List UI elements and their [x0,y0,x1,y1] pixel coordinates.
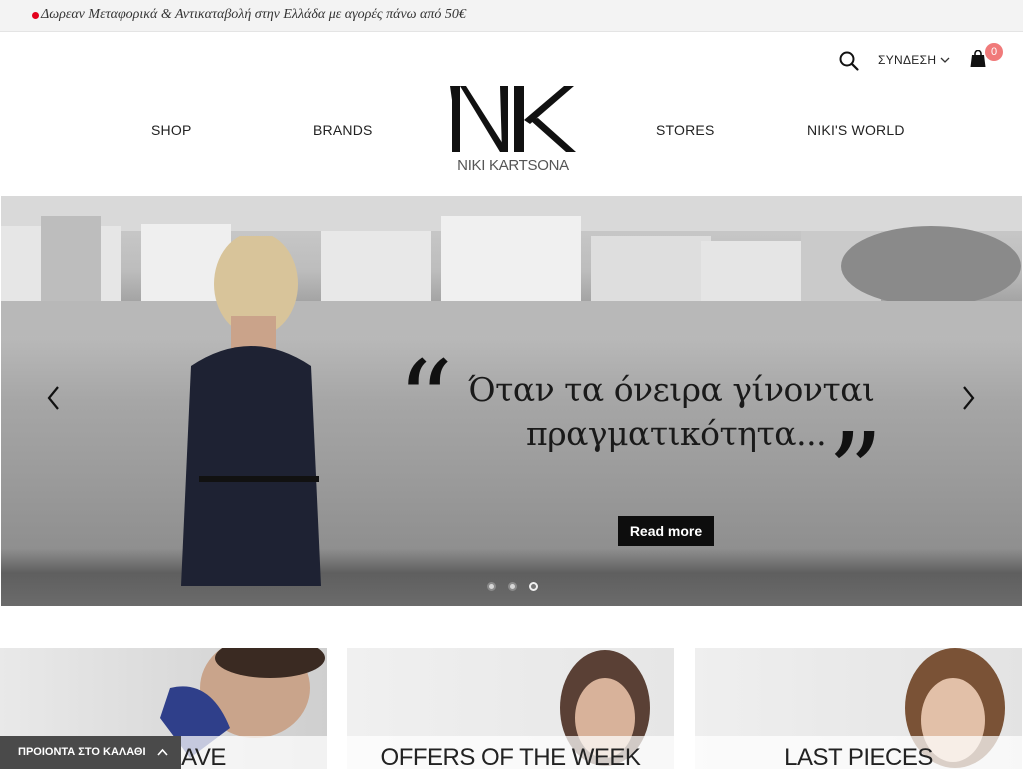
hero-quote-line2: πραγματικότητα... [526,414,827,453]
login-label[interactable]: ΣΥΝΔΕΣΗ [878,53,936,67]
nav-shop[interactable]: SHOP [151,122,191,138]
search-icon[interactable] [838,50,860,72]
hero-background-city [1,196,1022,336]
promo-bar: Δωρεαν Μεταφορικά & Αντικαταβολή στην Ελ… [0,0,1023,32]
slider-dots [487,582,538,591]
quote-close-mark: ” [827,409,884,537]
cart-items-bar[interactable]: ΠΡΟΙΟΝΤΑ ΣΤΟ ΚΑΛΑΘΙ [0,736,181,769]
card-2-title: OFFERS OF THE WEEK [380,744,641,769]
category-card-3[interactable]: LAST PIECES [695,648,1022,769]
hero-quote-line1: Όταν τα όνειρα γίνονται [468,370,875,409]
cart-items-label[interactable]: ΠΡΟΙΟΝΤΑ ΣΤΟ ΚΑΛΑΘΙ [18,746,146,758]
read-more-button[interactable]: Read more [618,516,714,546]
login-menu[interactable]: ΣΥΝΔΕΣΗ [878,53,950,67]
promo-text: Δωρεαν Μεταφορικά & Αντικαταβολή στην Ελ… [41,7,466,22]
cart-count-badge[interactable]: 0 [985,43,1003,61]
promo-dot-icon [32,12,39,19]
hero-quote: Όταν τα όνειρα γίνονται πραγματικότητα..… [468,368,888,456]
chevron-up-icon[interactable] [156,748,168,756]
nav-brands[interactable]: BRANDS [313,122,373,138]
slider-dot-3[interactable] [529,582,538,591]
quote-open-mark: “ [397,337,454,465]
nav-stores[interactable]: STORES [656,122,715,138]
brand-logo-text: NIKI KARTSONA [457,157,569,174]
category-card-2[interactable]: OFFERS OF THE WEEK [347,648,674,769]
chevron-right-icon[interactable] [958,384,978,412]
card-3-title: LAST PIECES [784,744,933,769]
chevron-down-icon [940,57,950,63]
slider-dot-1[interactable] [487,582,496,591]
hero-model-figure [181,236,321,586]
chevron-left-icon[interactable] [44,384,64,412]
slider-dot-2[interactable] [508,582,517,591]
hero-slider: “ Όταν τα όνειρα γίνονται πραγματικότητα… [1,196,1022,606]
nav-nikis-world[interactable]: NIKI'S WORLD [807,122,905,138]
